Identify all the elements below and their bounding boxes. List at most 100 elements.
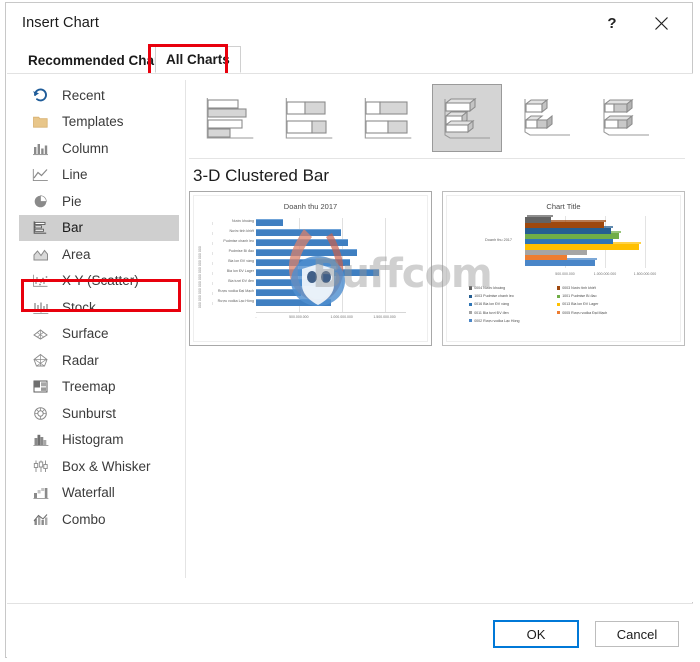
- preview-right-legend-item: 0003 Nước tinh khiết: [557, 286, 596, 290]
- preview-left-bar: [256, 279, 322, 286]
- chart-subtype-100-stacked-bar[interactable]: [353, 84, 423, 152]
- boxwhisker-chart-icon: [29, 457, 51, 476]
- recent-icon: [29, 86, 51, 105]
- preview-left-bar: [256, 229, 341, 236]
- chart-subtype-3-d-stacked-bar[interactable]: [511, 84, 581, 152]
- sidebar-item-label: Recent: [62, 87, 105, 103]
- sidebar-item-sunburst[interactable]: Sunburst: [19, 400, 179, 427]
- chart-preview-right[interactable]: Chart Title Doanh thu 2017 500.000.000 1.0…: [442, 191, 685, 346]
- sidebar-item-line[interactable]: Line: [19, 162, 179, 189]
- preview-right-legend-item: 1001 Pudmise Bí đao: [557, 294, 597, 298]
- chart-subtype-3-d-100-stacked-bar[interactable]: [590, 84, 660, 152]
- preview-left-axis-tick: —: [210, 271, 214, 276]
- sidebar-item-treemap[interactable]: Treemap: [19, 374, 179, 401]
- preview-left-xtick: -: [255, 315, 257, 319]
- preview-left-title: Doanh thu 2017: [283, 202, 338, 211]
- cancel-button[interactable]: Cancel: [595, 621, 679, 647]
- column-chart-icon: [29, 139, 51, 158]
- sidebar-item-stock[interactable]: Stock: [19, 294, 179, 321]
- preview-left-xtick: 500.000.000: [289, 315, 309, 319]
- treemap-chart-icon: [29, 377, 51, 396]
- chart-subtype-thumbnails[interactable]: [193, 84, 683, 158]
- preview-right-bar: [525, 220, 607, 229]
- preview-right-legend-item: 0004 Nước khoáng: [469, 286, 505, 290]
- sidebar-item-combo[interactable]: Combo: [19, 506, 179, 533]
- preview-left-axis-tick: —: [210, 301, 214, 306]
- preview-left-axis-tick: —: [210, 281, 214, 286]
- sidebar-item-area[interactable]: Area: [19, 241, 179, 268]
- preview-right-bar: [525, 225, 613, 234]
- preview-right-bar: [525, 252, 570, 261]
- chart-subtype-3-d-clustered-bar[interactable]: [432, 84, 502, 152]
- waterfall-chart-icon: [29, 483, 51, 502]
- sidebar-item-label: Area: [62, 246, 91, 262]
- preview-right-bar: [525, 247, 589, 255]
- legend-swatch: [469, 302, 473, 306]
- preview-right-xtick: 1.500.000.000: [633, 272, 657, 276]
- sidebar-item-label: Column: [62, 140, 109, 156]
- legend-swatch: [557, 311, 561, 315]
- chart-preview-left-canvas: Doanh thu 2017 000 000 000 000 000 000 0…: [193, 195, 428, 342]
- close-icon[interactable]: [638, 3, 684, 44]
- help-icon[interactable]: ?: [589, 3, 635, 44]
- sidebar-item-bar[interactable]: Bar: [19, 214, 179, 241]
- sidebar-item-label: Surface: [62, 326, 109, 342]
- chart-type-list[interactable]: Recent Templates Column Line Pie Bar Area X Y (…: [19, 82, 179, 582]
- sidebar-item-radar[interactable]: Radar: [19, 347, 179, 374]
- preview-right-bar: [525, 236, 615, 245]
- chart-subtype-clustered-bar[interactable]: [195, 84, 265, 152]
- preview-right-legend-item: 0002 Rượu vodka Lạc Hồng: [469, 319, 520, 323]
- sidebar-item-templates[interactable]: Templates: [19, 109, 179, 136]
- sidebar-item-recent[interactable]: Recent: [19, 82, 179, 109]
- dialog-content: Recent Templates Column Line Pie Bar Area X Y (…: [7, 74, 693, 602]
- preview-left-bar: [256, 249, 358, 256]
- legend-swatch: [469, 319, 473, 323]
- area-chart-icon: [29, 245, 51, 264]
- dialog-footer: OK Cancel: [7, 604, 693, 658]
- preview-left-xaxis: [256, 312, 406, 313]
- sidebar-item-column[interactable]: Column: [19, 135, 179, 162]
- chart-previews: Doanh thu 2017 000 000 000 000 000 000 0…: [189, 191, 685, 351]
- sidebar-item-label: X Y (Scatter): [62, 273, 139, 289]
- preview-left-bar: [256, 239, 348, 246]
- sidebar-item-pie[interactable]: Pie: [19, 188, 179, 215]
- content-vertical-divider: [185, 80, 186, 578]
- combo-chart-icon: [29, 510, 51, 529]
- sidebar-item-x-y-scatter[interactable]: X Y (Scatter): [19, 268, 179, 295]
- radar-chart-icon: [29, 351, 51, 370]
- legend-swatch: [557, 302, 561, 306]
- preview-left-axis-tick: —: [210, 291, 214, 296]
- preview-left-gridline: [384, 218, 386, 312]
- ok-button[interactable]: OK: [493, 620, 579, 648]
- preview-left-axis-tick: —: [210, 231, 214, 236]
- sunburst-chart-icon: [29, 404, 51, 423]
- sidebar-item-label: Treemap: [62, 379, 116, 395]
- chart-subtype-panel: 3-D Clustered Bar Doanh thu 2017 000 000…: [189, 78, 687, 588]
- chart-subtype-stacked-bar[interactable]: [274, 84, 344, 152]
- sidebar-item-surface[interactable]: Surface: [19, 321, 179, 348]
- sidebar-item-label: Stock: [62, 299, 96, 315]
- sidebar-item-label: Templates: [62, 114, 124, 130]
- preview-right-category-label: Doanh thu 2017: [485, 238, 513, 242]
- legend-swatch: [557, 286, 561, 290]
- legend-label: 1003 Pudmise chanh leo: [474, 294, 514, 299]
- preview-left-xtick: 1.000.000.000: [330, 315, 353, 319]
- legend-label: 0002 Rượu vodka Lạc Hồng: [474, 318, 520, 323]
- chart-preview-left[interactable]: Doanh thu 2017 000 000 000 000 000 000 0…: [189, 191, 432, 346]
- sidebar-item-waterfall[interactable]: Waterfall: [19, 480, 179, 507]
- sidebar-item-box-whisker[interactable]: Box & Whisker: [19, 453, 179, 480]
- preview-right-xtick: 500.000.000: [555, 272, 575, 276]
- sidebar-item-label: Box & Whisker: [62, 458, 151, 474]
- legend-label: 0013 Bia lon ĐV Lager: [562, 302, 599, 307]
- preview-right-legend-item: 0013 Bia lon ĐV Lager: [557, 302, 598, 306]
- legend-label: 0016 Bia lon ĐV vàng: [474, 302, 509, 307]
- sidebar-item-histogram[interactable]: Histogram: [19, 427, 179, 454]
- chart-preview-right-canvas: Chart Title Doanh thu 2017 500.000.000 1.0…: [446, 195, 681, 342]
- stock-chart-icon: [29, 298, 51, 317]
- templates-folder-icon: [29, 112, 51, 131]
- preview-right-legend-item: 1003 Pudmise chanh leo: [469, 294, 514, 298]
- sidebar-item-label: Bar: [62, 220, 84, 236]
- preview-left-axis-tick: —: [210, 251, 214, 256]
- preview-right-legend-item: 0016 Bia lon ĐV vàng: [469, 302, 509, 306]
- legend-label: 0003 Nước tinh khiết: [562, 286, 596, 290]
